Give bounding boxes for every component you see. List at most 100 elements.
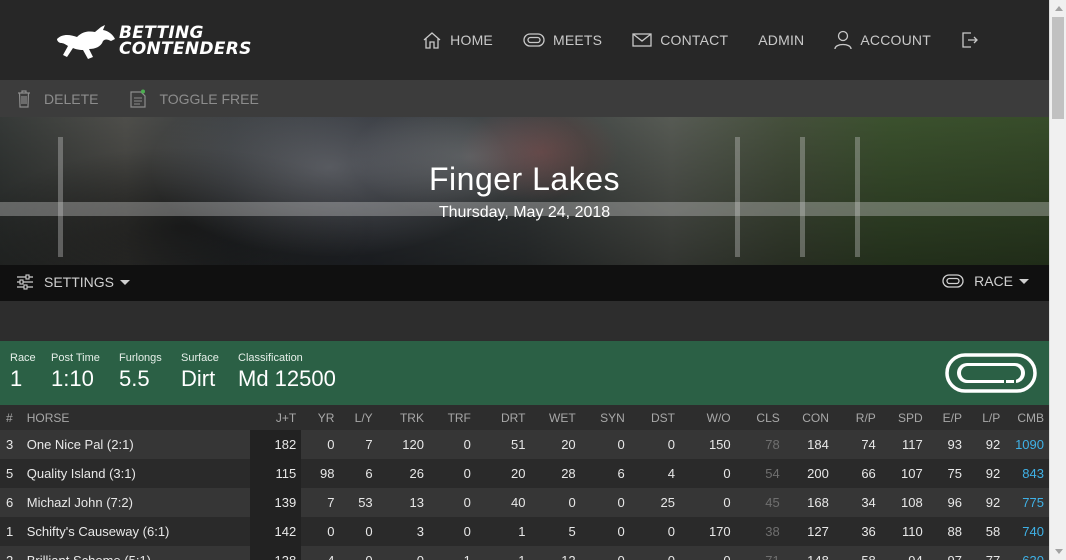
nav-home[interactable]: HOME (422, 31, 493, 49)
nav-contact[interactable]: CONTACT (632, 32, 728, 48)
table-row[interactable]: 1 Schifty's Causeway (6:1) 142 0 0 3 0 1 5 0 0 170 3… (0, 517, 1049, 546)
cell-wet: 20 (530, 430, 581, 459)
cell-horse[interactable]: Brilliant Scheme (5:1) (20, 546, 250, 560)
cell-num: 6 (0, 488, 21, 517)
cell-ep: 75 (927, 459, 968, 488)
nav-meets-label: MEETS (552, 32, 603, 48)
surface-label: Surface (181, 352, 219, 364)
cell-wet: 12 (530, 546, 581, 560)
cell-horse[interactable]: Schifty's Causeway (6:1) (20, 517, 250, 546)
classification-field: Classification Md 12500 (238, 352, 336, 392)
column-header-horse[interactable]: HORSE (20, 405, 250, 430)
racetrack-icon (942, 274, 964, 288)
column-header-trk[interactable]: TRK (377, 405, 429, 430)
column-header-trf[interactable]: TRF (428, 405, 476, 430)
cell-dst: 25 (629, 488, 680, 517)
table-header-row: # HORSE J+T YR L/Y TRK TRF DRT WET SYN DST W/O CLS CO… (0, 405, 1049, 430)
cell-spd: 108 (880, 488, 928, 517)
cell-wo: 0 (679, 459, 736, 488)
cell-yr: 7 (301, 488, 340, 517)
column-header-con[interactable]: CON (784, 405, 834, 430)
column-header-dst[interactable]: DST (629, 405, 680, 430)
page: BETTING CONTENDERS HOME MEETS CONTACT AD… (0, 0, 1049, 560)
surface-field: Surface Dirt (181, 352, 219, 392)
column-header-cls[interactable]: CLS (735, 405, 785, 430)
cell-horse[interactable]: Quality Island (3:1) (20, 459, 250, 488)
cell-num: 3 (0, 430, 21, 459)
column-header-lp[interactable]: L/P (967, 405, 1006, 430)
cell-con: 148 (784, 546, 834, 560)
toggle-free-button[interactable]: TOGGLE FREE (130, 89, 259, 108)
nav-contact-label: CONTACT (660, 32, 729, 48)
nav-meets[interactable]: MEETS (523, 32, 602, 48)
cell-spd: 94 (880, 546, 928, 560)
cell-ly: 0 (339, 517, 378, 546)
nav-admin[interactable]: ADMIN (758, 32, 804, 48)
scrollbar-thumb[interactable] (1052, 17, 1064, 119)
cell-cmb[interactable]: 1090 (1005, 430, 1049, 459)
brand-logo[interactable]: BETTING CONTENDERS (55, 19, 260, 63)
cell-con: 127 (784, 517, 834, 546)
cell-wo: 150 (679, 430, 736, 459)
cell-horse[interactable]: Michazl John (7:2) (20, 488, 250, 517)
cell-lp: 77 (967, 546, 1006, 560)
cell-ly: 7 (339, 430, 378, 459)
cell-dst: 0 (629, 517, 680, 546)
classification-label: Classification (238, 352, 303, 364)
chevron-down-icon (120, 279, 131, 285)
table-row[interactable]: 3 One Nice Pal (2:1) 182 0 7 120 0 51 20 0 0 150 78 1… (0, 430, 1049, 459)
column-header-wet[interactable]: WET (530, 405, 581, 430)
contenders-table: # HORSE J+T YR L/Y TRK TRF DRT WET SYN DST W/O CLS CO… (0, 405, 1049, 560)
cell-lp: 92 (967, 459, 1006, 488)
column-header-cmb[interactable]: CMB (1005, 405, 1049, 430)
cell-num: 1 (0, 517, 21, 546)
table-row[interactable]: 2Brilliant Scheme (5:1)13840011120007114… (0, 546, 1049, 560)
vertical-scrollbar[interactable] (1049, 0, 1066, 560)
settings-bar: SETTINGS RACE (0, 265, 1049, 301)
race-label: RACE (974, 273, 1013, 289)
logout-button[interactable] (961, 31, 979, 49)
column-header-wo[interactable]: W/O (679, 405, 736, 430)
column-header-jt[interactable]: J+T (249, 405, 302, 430)
column-header-ep[interactable]: E/P (927, 405, 968, 430)
table-row[interactable]: 5 Quality Island (3:1) 115 98 6 26 0 20 28 6 4 0 54 2… (0, 459, 1049, 488)
race-dropdown[interactable]: RACE (942, 273, 1029, 289)
cell-horse[interactable]: One Nice Pal (2:1) (20, 430, 250, 459)
column-header-num[interactable]: # (0, 405, 21, 430)
table-body: 3 One Nice Pal (2:1) 182 0 7 120 0 51 20 0 0 150 78 1… (0, 430, 1049, 560)
cell-num: 5 (0, 459, 21, 488)
scroll-down-arrow-icon[interactable] (1050, 543, 1066, 560)
cell-jt: 139 (249, 488, 302, 517)
cell-cmb[interactable]: 843 (1005, 459, 1049, 488)
cell-wet: 5 (530, 517, 581, 546)
delete-button[interactable]: DELETE (17, 89, 98, 108)
table-row[interactable]: 6 Michazl John (7:2) 139 7 53 13 0 40 0 0 25 0 45 168… (0, 488, 1049, 517)
cell-rp: 66 (833, 459, 881, 488)
classification-value: Md 12500 (238, 366, 336, 391)
column-header-rp[interactable]: R/P (833, 405, 881, 430)
settings-dropdown[interactable]: SETTINGS (16, 273, 131, 291)
column-header-drt[interactable]: DRT (475, 405, 531, 430)
cell-jt: 182 (249, 430, 302, 459)
cell-cmb[interactable]: 775 (1005, 488, 1049, 517)
column-header-ly[interactable]: L/Y (339, 405, 378, 430)
cell-cmb[interactable]: 630 (1005, 546, 1049, 560)
column-header-syn[interactable]: SYN (580, 405, 630, 430)
cell-drt: 51 (475, 430, 531, 459)
cell-ly: 0 (339, 546, 378, 560)
cell-lp: 92 (967, 430, 1006, 459)
column-header-spd[interactable]: SPD (880, 405, 928, 430)
cell-syn: 0 (580, 517, 630, 546)
cell-jt: 138 (249, 546, 302, 560)
cell-wet: 28 (530, 459, 581, 488)
cell-jt: 115 (249, 459, 302, 488)
cell-trk: 120 (377, 430, 429, 459)
user-icon (834, 30, 853, 50)
column-header-yr[interactable]: YR (301, 405, 340, 430)
nav-account[interactable]: ACCOUNT (834, 30, 931, 50)
cell-cmb[interactable]: 740 (1005, 517, 1049, 546)
scroll-up-arrow-icon[interactable] (1050, 0, 1066, 17)
brand-line-2: CONTENDERS (119, 39, 252, 59)
cell-trk: 26 (377, 459, 429, 488)
home-icon (423, 32, 441, 49)
